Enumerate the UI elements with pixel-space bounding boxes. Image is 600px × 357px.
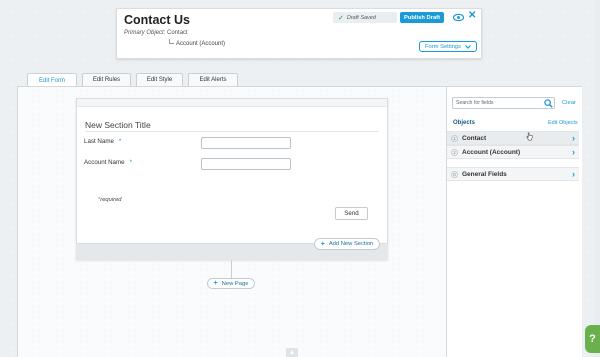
fields-sidebar [446, 86, 582, 357]
vertical-scrollbar[interactable] [594, 0, 600, 357]
primary-object-line: Primary Object: Contact [124, 30, 188, 36]
form-header-card: Contact Us Primary Object: Contact Accou… [116, 8, 482, 59]
form-title: Contact Us [124, 13, 190, 27]
scroll-up-icon[interactable]: ▲ [286, 348, 298, 357]
draft-status-text: Draft Saved [346, 14, 376, 21]
editor-tabs: Edit Form Edit Rules Edit Style Edit Ale… [27, 73, 238, 87]
account-name-input[interactable] [201, 158, 291, 170]
tab-edit-rules[interactable]: Edit Rules [82, 73, 131, 86]
tree-elbow-icon [169, 39, 174, 44]
last-name-input[interactable] [201, 137, 291, 149]
required-star: * [118, 138, 122, 145]
page-connector-line [231, 260, 232, 279]
object-name: Account (Account) [462, 149, 521, 156]
last-name-label: Last Name * [84, 138, 121, 145]
plus-icon: + [320, 240, 325, 248]
object-number-badge: 2 [451, 149, 458, 156]
add-new-section-button[interactable]: + Add New Section [314, 238, 380, 250]
send-button[interactable]: Send [335, 207, 368, 220]
tab-edit-style[interactable]: Edit Style [136, 73, 183, 86]
general-badge: G [451, 171, 458, 178]
object-number-badge: 1 [451, 135, 458, 142]
primary-object-value: Contact [167, 30, 188, 36]
primary-object-label: Primary Object: [124, 30, 166, 36]
tab-edit-alerts[interactable]: Edit Alerts [188, 73, 238, 86]
associated-object-line: Account (Account) [169, 39, 225, 47]
chevron-right-icon: › [572, 147, 575, 157]
checkmark-icon: ✓ [338, 14, 344, 22]
field-search-input[interactable]: Search for fields [452, 97, 555, 109]
tab-edit-form[interactable]: Edit Form [27, 73, 77, 87]
add-new-section-label: Add New Section [328, 241, 374, 247]
object-name: Contact [462, 135, 487, 142]
section-divider [85, 131, 379, 132]
search-icon[interactable] [544, 99, 553, 108]
close-icon[interactable]: ✕ [468, 11, 476, 21]
sidebar-general-fields[interactable]: G General Fields › [447, 167, 579, 181]
required-note: *required [98, 197, 122, 203]
new-page-label: New Page [221, 280, 249, 287]
plus-icon: + [213, 280, 218, 287]
chevron-down-icon [465, 44, 471, 49]
mouse-cursor-icon [526, 132, 533, 141]
account-name-label-text: Account Name [84, 159, 125, 166]
chevron-right-icon: › [572, 133, 575, 143]
associated-object-name: Account (Account) [176, 41, 226, 47]
sidebar-object-account[interactable]: 2 Account (Account) › [447, 145, 579, 159]
form-section-card: New Section Title [76, 98, 388, 260]
help-tab[interactable]: ? [585, 325, 600, 353]
required-note-text: required [100, 197, 122, 203]
section-title[interactable]: New Section Title [85, 120, 151, 130]
form-settings-dropdown[interactable]: Form Settings [419, 41, 477, 52]
section-drag-bar[interactable] [77, 99, 387, 107]
objects-heading: Objects [453, 120, 476, 126]
preview-eye-icon[interactable] [453, 13, 464, 22]
draft-status-badge: ✓ Draft Saved [333, 12, 397, 23]
account-name-label: Account Name * [84, 159, 132, 166]
general-fields-name: General Fields [462, 171, 507, 178]
edit-objects-link[interactable]: Edit Objects [548, 120, 578, 126]
form-settings-label: Form Settings [424, 43, 462, 50]
new-page-button[interactable]: + New Page [207, 278, 255, 289]
last-name-label-text: Last Name [84, 138, 114, 145]
chevron-right-icon: › [572, 169, 575, 179]
required-star: * [129, 159, 133, 166]
sidebar-object-contact[interactable]: 1 Contact › [447, 131, 579, 145]
clear-search-link[interactable]: Clear [562, 100, 576, 106]
publish-draft-button[interactable]: Publish Draft [400, 12, 444, 23]
